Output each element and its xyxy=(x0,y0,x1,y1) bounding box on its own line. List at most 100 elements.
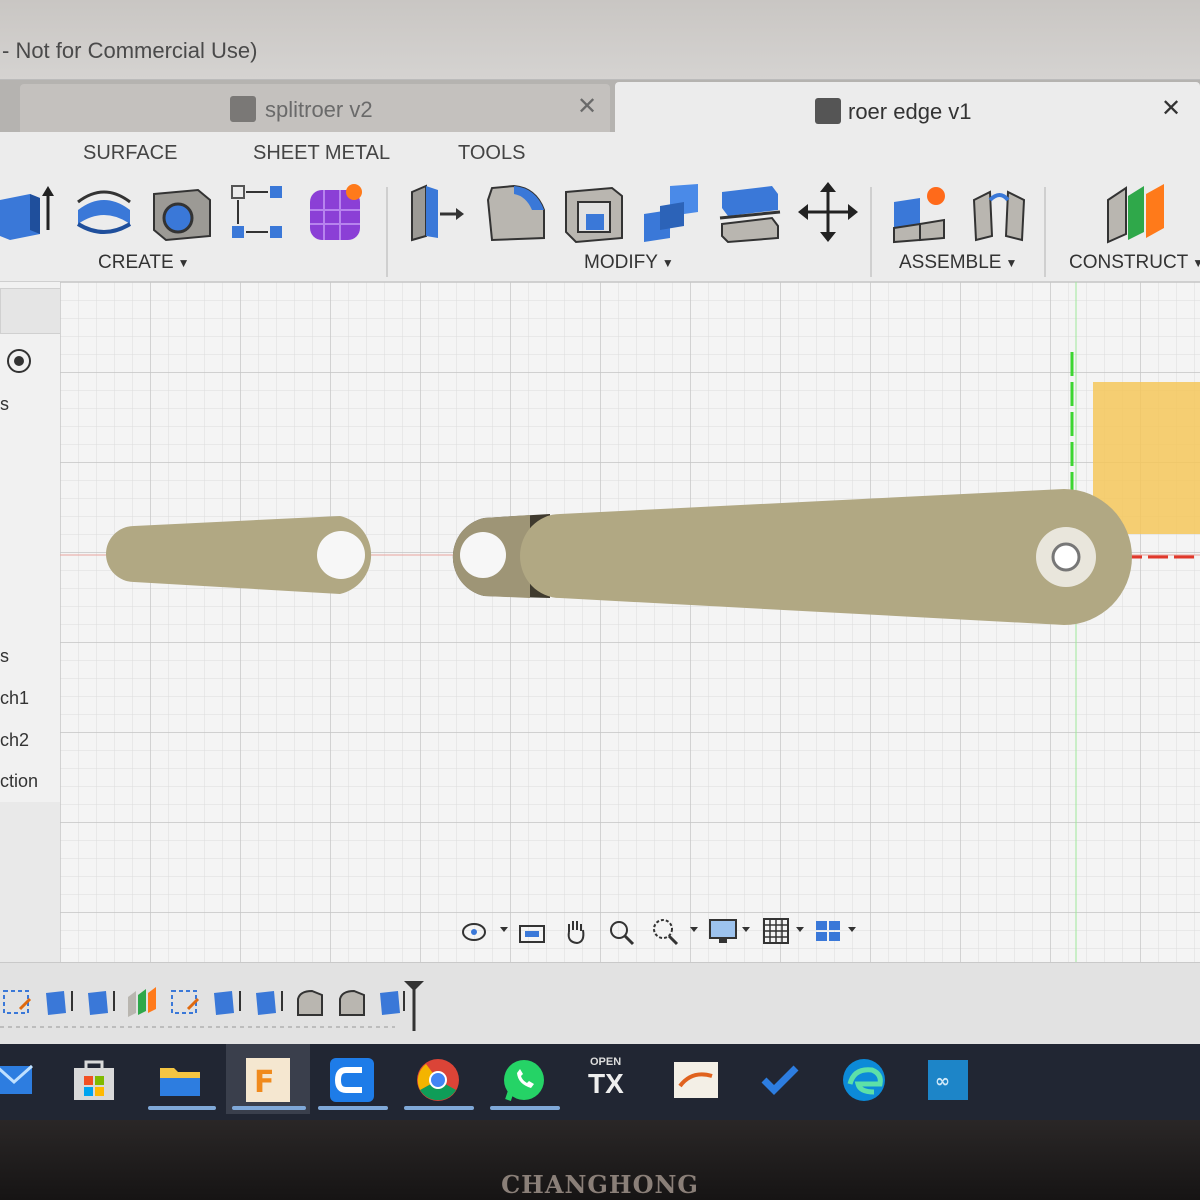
combine-icon[interactable] xyxy=(640,180,704,244)
toolbar-ribbon: SURFACE SHEET METAL TOOLS CREATE ▼ MODIF… xyxy=(0,132,1200,282)
part-hole xyxy=(460,532,506,578)
title-bar: - Not for Commercial Use) xyxy=(0,0,1200,80)
hole-icon[interactable] xyxy=(150,180,214,244)
chevron-down-icon[interactable] xyxy=(795,924,805,934)
navigation-bar xyxy=(455,912,865,952)
design-canvas[interactable] xyxy=(60,282,1200,962)
close-icon[interactable]: ✕ xyxy=(1161,94,1181,123)
running-indicator xyxy=(232,1106,306,1110)
divider xyxy=(870,187,872,277)
assemble-label: ASSEMBLE xyxy=(899,252,1002,273)
chevron-down-icon[interactable] xyxy=(741,924,751,934)
timeline-fillet-icon[interactable] xyxy=(339,989,365,1016)
new-component-icon[interactable] xyxy=(890,180,954,244)
move-icon[interactable] xyxy=(796,180,860,244)
tab-splitroer[interactable]: splitroer v2 ✕ xyxy=(20,84,610,132)
browser-item-sketch2[interactable]: ch2 xyxy=(0,730,29,751)
running-indicator xyxy=(148,1106,216,1110)
pan-icon[interactable] xyxy=(561,916,591,946)
chevron-down-icon: ▼ xyxy=(1192,255,1200,270)
modify-menu[interactable]: MODIFY ▼ xyxy=(584,252,674,274)
timeline-track xyxy=(0,981,424,1031)
chrome-icon[interactable] xyxy=(414,1056,462,1104)
eye-icon[interactable] xyxy=(6,348,32,374)
store-icon[interactable] xyxy=(70,1056,118,1104)
whatsapp-icon[interactable] xyxy=(500,1056,548,1104)
opentx-label-bottom: TX xyxy=(588,1068,624,1099)
display-settings-icon[interactable] xyxy=(707,916,739,946)
part-hole xyxy=(317,531,365,579)
tab-tools[interactable]: TOOLS xyxy=(458,142,525,165)
press-pull-icon[interactable] xyxy=(406,180,470,244)
timeline-extrude-icon[interactable] xyxy=(88,991,115,1015)
timeline-extrude-icon[interactable] xyxy=(380,991,405,1015)
chevron-down-icon: ▼ xyxy=(661,255,674,270)
look-at-icon[interactable] xyxy=(517,918,547,946)
close-icon[interactable]: ✕ xyxy=(577,92,597,121)
opentx-label-top: OPEN xyxy=(590,1056,622,1068)
construct-menu[interactable]: CONSTRUCT ▼ xyxy=(1069,252,1200,274)
timeline xyxy=(0,962,1200,1044)
offset-plane-icon[interactable] xyxy=(1104,180,1168,244)
create-label: CREATE xyxy=(98,252,174,273)
fillet-icon[interactable] xyxy=(484,180,548,244)
tab-roer-edge[interactable]: roer edge v1 ✕ xyxy=(615,82,1200,134)
opentx-icon[interactable]: OPEN TX xyxy=(586,1056,634,1104)
monitor-brand: CHANGHONG xyxy=(501,1170,699,1199)
fusion360-icon[interactable]: F xyxy=(244,1056,292,1104)
tab-surface[interactable]: SURFACE xyxy=(83,142,177,165)
timeline-fillet-icon[interactable] xyxy=(297,989,323,1016)
zoom-icon[interactable] xyxy=(607,916,637,946)
edge-icon[interactable] xyxy=(840,1056,888,1104)
orbit-icon[interactable] xyxy=(461,918,491,946)
timeline-marker[interactable] xyxy=(404,981,424,1031)
timeline-sketch-icon[interactable] xyxy=(171,990,200,1014)
split-body-icon[interactable] xyxy=(718,180,782,244)
create-form-icon[interactable] xyxy=(304,180,368,244)
ccleaner-icon[interactable] xyxy=(328,1056,376,1104)
zoom-window-icon[interactable] xyxy=(651,916,681,946)
shell-icon[interactable] xyxy=(562,180,626,244)
chevron-down-icon[interactable] xyxy=(689,924,699,934)
arduino-icon[interactable]: ∞ xyxy=(924,1056,972,1104)
divider xyxy=(1044,187,1046,277)
modify-label: MODIFY xyxy=(584,252,658,273)
revolve-icon[interactable] xyxy=(72,180,136,244)
chevron-down-icon: ▼ xyxy=(177,255,190,270)
running-indicator xyxy=(404,1106,474,1110)
origin-point[interactable] xyxy=(1051,542,1081,572)
app-icon[interactable] xyxy=(672,1056,720,1104)
running-indicator xyxy=(490,1106,560,1110)
tab-sheet-metal[interactable]: SHEET METAL xyxy=(253,142,390,165)
svg-text:F: F xyxy=(254,1065,275,1100)
component-icon xyxy=(815,98,841,124)
tab-label: roer edge v1 xyxy=(848,99,972,124)
timeline-sketch-icon[interactable] xyxy=(3,990,32,1014)
grid-settings-icon[interactable] xyxy=(761,916,791,946)
extrude-icon[interactable] xyxy=(0,180,64,244)
file-explorer-icon[interactable] xyxy=(156,1056,204,1104)
svg-text:∞: ∞ xyxy=(935,1071,950,1092)
create-menu[interactable]: CREATE ▼ xyxy=(98,252,190,274)
timeline-plane-icon[interactable] xyxy=(128,987,156,1017)
browser-item-sketch1[interactable]: ch1 xyxy=(0,688,29,709)
chevron-down-icon[interactable] xyxy=(499,924,509,934)
tab-label: splitroer v2 xyxy=(265,97,373,122)
pattern-icon[interactable] xyxy=(226,180,290,244)
mail-icon[interactable] xyxy=(0,1056,40,1104)
assemble-menu[interactable]: ASSEMBLE ▼ xyxy=(899,252,1017,274)
browser-item-construction[interactable]: ction xyxy=(0,771,38,792)
timeline-extrude-icon[interactable] xyxy=(256,991,283,1015)
joint-icon[interactable] xyxy=(968,180,1032,244)
todo-icon[interactable] xyxy=(756,1056,804,1104)
timeline-extrude-icon[interactable] xyxy=(214,991,241,1015)
browser-item[interactable]: s xyxy=(0,646,9,667)
timeline-extrude-icon[interactable] xyxy=(46,991,73,1015)
viewports-icon[interactable] xyxy=(813,916,843,946)
chevron-down-icon[interactable] xyxy=(847,924,857,934)
divider xyxy=(386,187,388,277)
screen: - Not for Commercial Use) splitroer v2 ✕… xyxy=(0,0,1200,1135)
browser-item[interactable]: s xyxy=(0,394,9,415)
running-indicator xyxy=(318,1106,388,1110)
taskbar: F OPEN TX ∞ xyxy=(0,1044,1200,1120)
